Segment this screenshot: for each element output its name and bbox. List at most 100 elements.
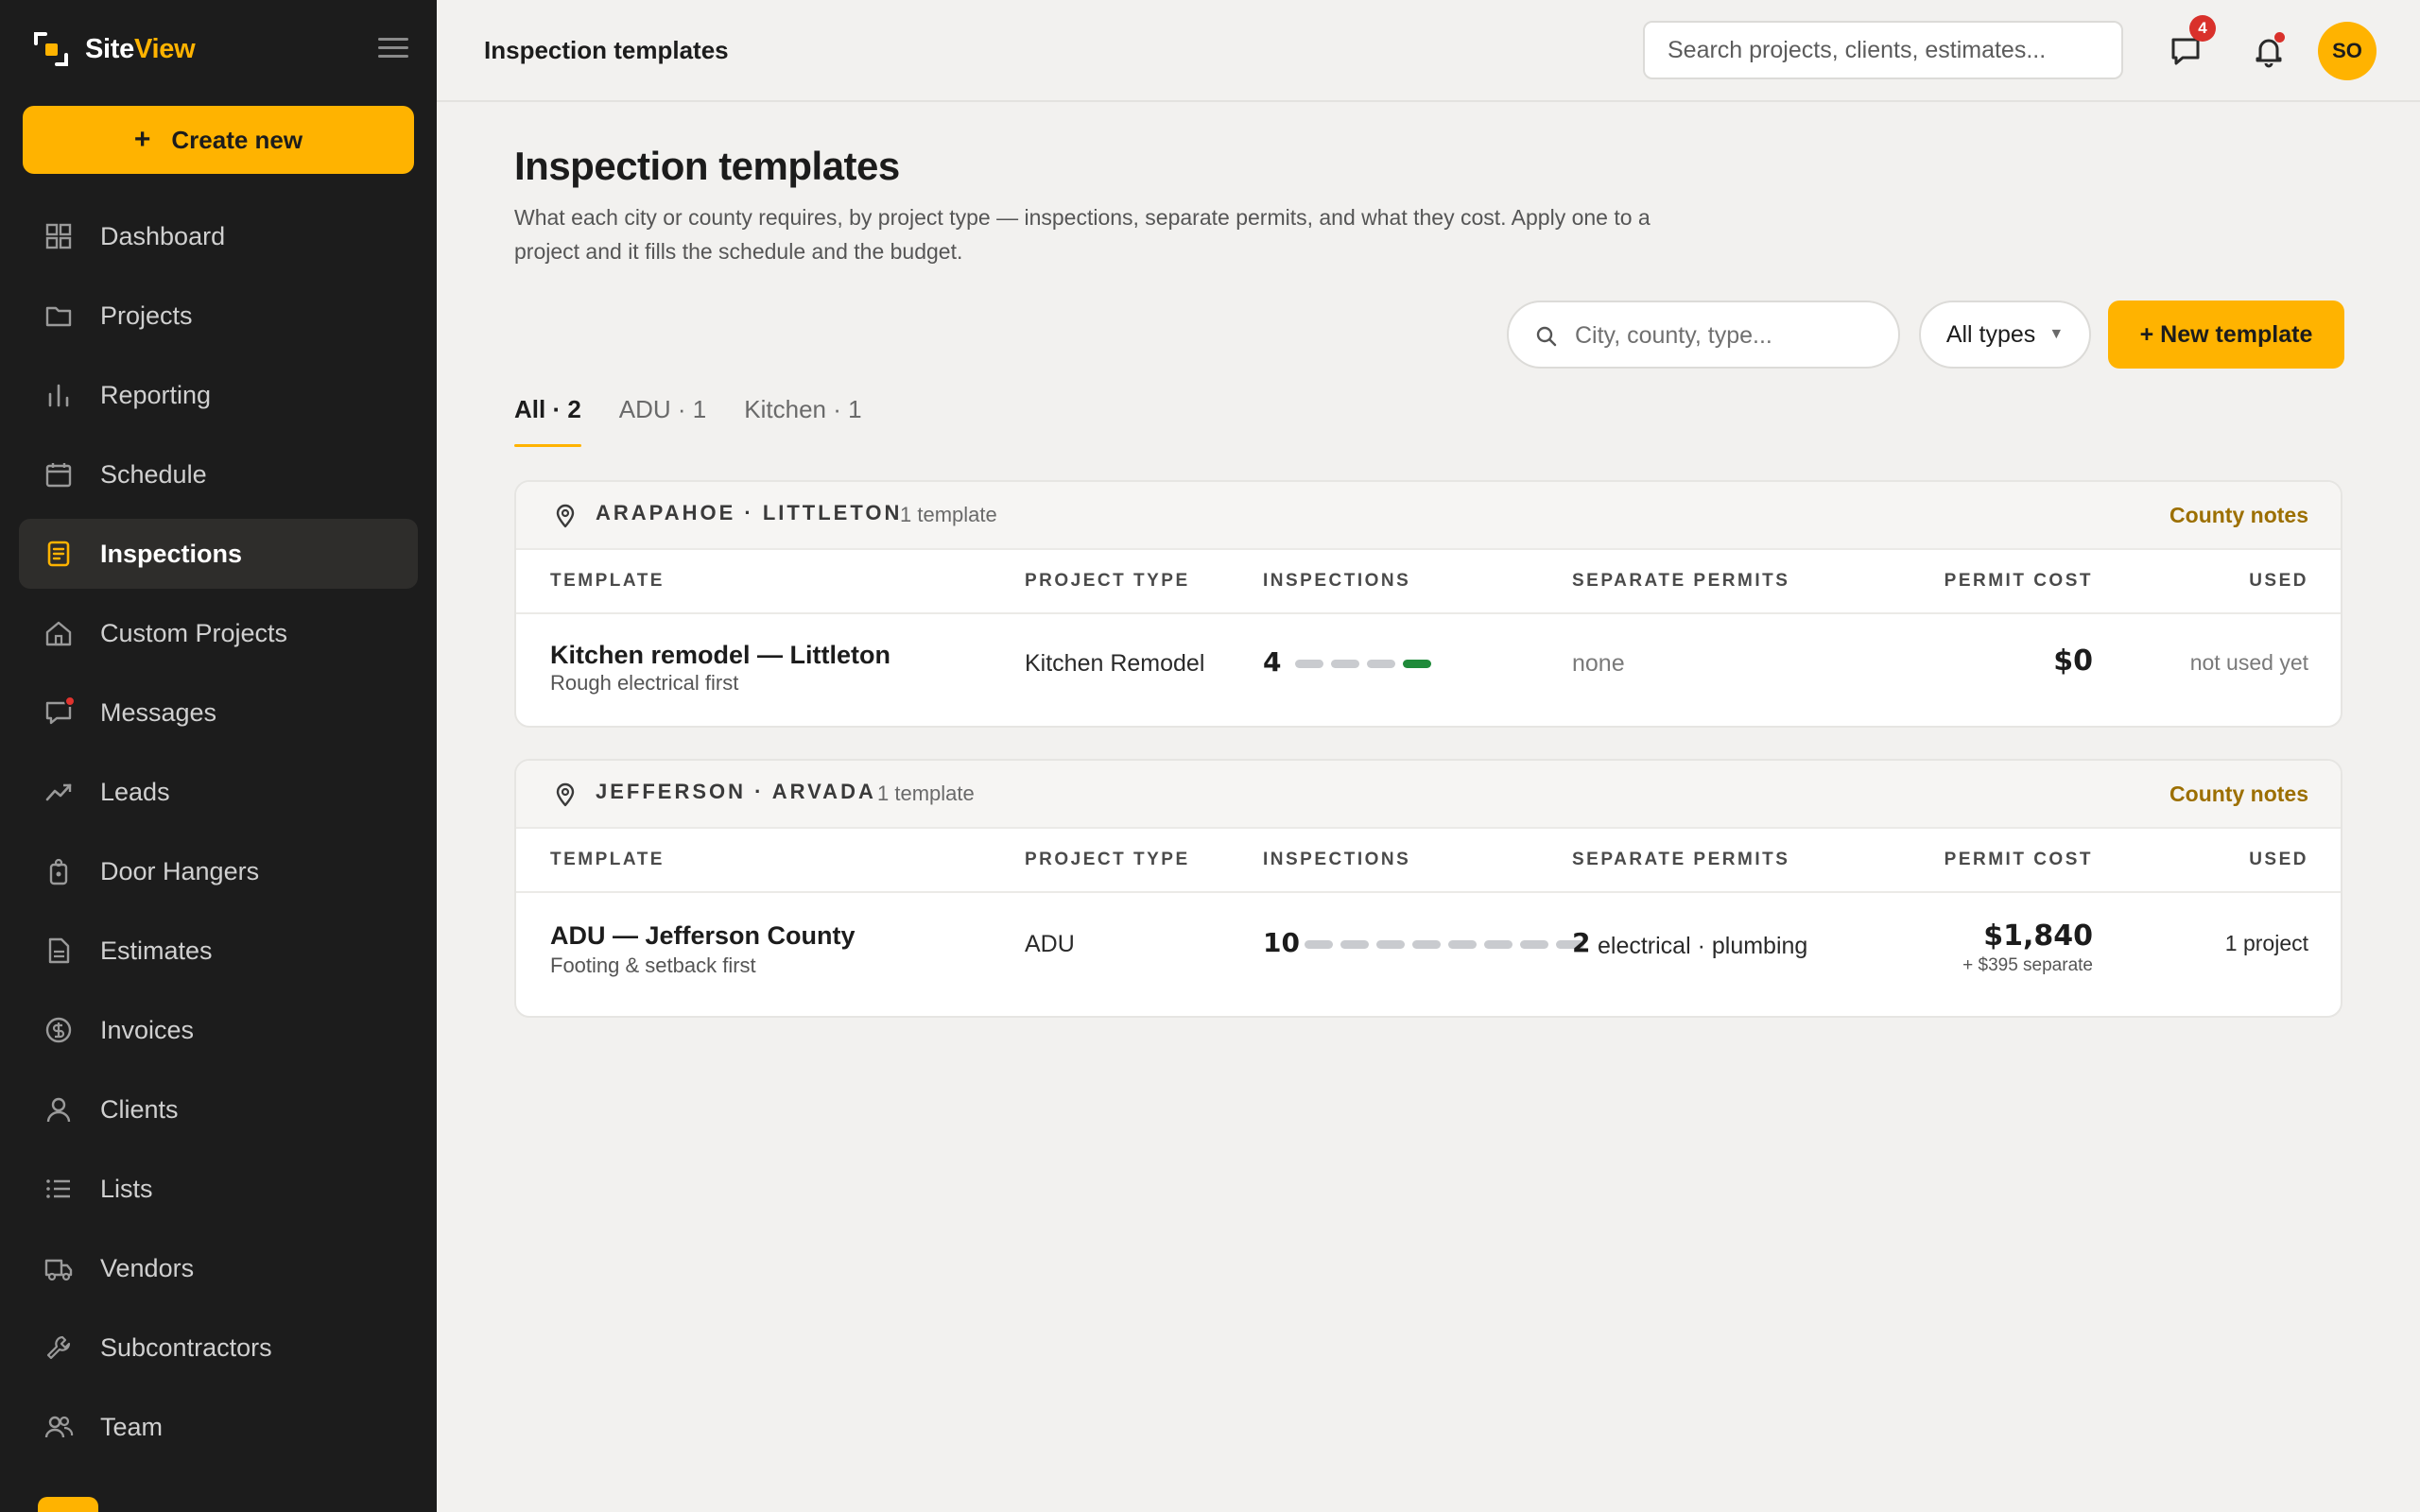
template-subtitle: Rough electrical first [550,671,739,695]
sidebar-item-clients[interactable]: Clients [19,1074,418,1144]
inspection-count: 10 [1263,927,1300,958]
team-icon [43,1412,74,1442]
sidebar-item-custom-projects[interactable]: Custom Projects [19,598,418,668]
column-header-separate-permits[interactable]: SEPARATE PERMITS [1572,850,1789,870]
column-header-used[interactable]: USED [2249,571,2308,592]
table-row[interactable]: ADU — Jefferson County Footing & setback … [516,893,2341,1014]
sidebar-item-team[interactable]: Team [19,1392,418,1462]
permit-cost-separate: + $395 separate [1962,955,2093,975]
county-notes-link[interactable]: County notes [2169,782,2308,807]
messages-button[interactable]: 4 [2167,15,2216,70]
sidebar-item-label: Vendors [100,1253,195,1282]
sidebar-item-projects[interactable]: Projects [19,281,418,351]
separate-permits: electrical · plumbing [1598,933,1808,959]
column-header-project-type[interactable]: PROJECT TYPE [1025,571,1190,592]
sidebar-footer-button[interactable] [38,1497,98,1512]
sidebar-item-estimates[interactable]: Estimates [19,916,418,986]
truck-icon [43,1253,74,1283]
sidebar-item-label: Lists [100,1174,153,1203]
sidebar-item-label: Messages [100,697,217,727]
column-header-template[interactable]: TEMPLATE [550,571,665,592]
inspection-step [1403,660,1431,668]
column-header-separate-permits[interactable]: SEPARATE PERMITS [1572,571,1789,592]
inspection-step [1305,940,1333,949]
column-header-template[interactable]: TEMPLATE [550,850,665,870]
separate-permit-count: 2 [1572,927,1591,958]
wrench-icon [43,1332,74,1363]
unread-dot [64,696,76,707]
sidebar-item-vendors[interactable]: Vendors [19,1233,418,1303]
inspection-step [1448,940,1477,949]
tab-1[interactable]: ADU · 1 [619,395,706,447]
template-count: 1 template [900,503,997,526]
calendar-icon [43,459,74,490]
chat-icon [43,696,76,728]
inspection-step [1340,940,1369,949]
template-name[interactable]: Kitchen remodel — Littleton [550,641,890,670]
sidebar-item-messages[interactable]: Messages [19,678,418,747]
sidebar-item-label: Door Hangers [100,856,260,885]
siteview-logo-icon [32,30,70,68]
inspection-step [1484,940,1512,949]
sidebar-item-label: Subcontractors [100,1332,272,1362]
inspection-step [1412,940,1441,949]
user-avatar[interactable]: SO [2318,22,2377,80]
sidebar-item-door-hangers[interactable]: Door Hangers [19,836,418,906]
inspection-step [1367,660,1395,668]
sidebar-item-label: Reporting [100,380,212,409]
column-header-permit-cost[interactable]: PERMIT COST [1945,571,2093,592]
tab-0[interactable]: All · 2 [514,395,581,447]
column-header-inspections[interactable]: INSPECTIONS [1263,571,1410,592]
sidebar-item-label: Clients [100,1094,179,1124]
table-row[interactable]: Kitchen remodel — Littleton Rough electri… [516,614,2341,724]
table-header: TEMPLATE PROJECT TYPE INSPECTIONS SEPARATE … [516,550,2341,614]
sidebar-item-leads[interactable]: Leads [19,757,418,827]
template-subtitle: Footing & setback first [550,954,756,977]
topbar: Inspection templates 4 SO [437,0,2420,102]
notifications-button[interactable] [2250,32,2288,70]
document-icon [43,936,74,966]
template-count: 1 template [877,782,975,805]
inspection-step [1376,940,1405,949]
sidebar-item-lists[interactable]: Lists [19,1154,418,1224]
caret-down-icon: ▼ [2048,326,2065,342]
type-filter-select[interactable]: All types ▼ [1919,301,2091,369]
group-header: ARAPAHOE · LITTLETON 1 template County not… [516,482,2341,550]
sidebar-item-inspections[interactable]: Inspections [19,519,418,589]
inspection-step [1520,940,1548,949]
sidebar-item-reporting[interactable]: Reporting [19,360,418,430]
column-header-used[interactable]: USED [2249,850,2308,870]
menu-toggle-icon[interactable] [378,38,408,60]
location-pin-icon [556,782,575,807]
used-count: not used yet [2189,650,2308,675]
separate-permits: none [1572,650,1625,677]
sidebar-item-dashboard[interactable]: Dashboard [19,201,418,271]
column-header-permit-cost[interactable]: PERMIT COST [1945,850,2093,870]
list-icon [43,1174,74,1204]
new-template-button[interactable]: + New template [2108,301,2344,369]
column-header-project-type[interactable]: PROJECT TYPE [1025,850,1190,870]
global-search-input[interactable] [1643,21,2123,79]
project-type: ADU [1025,931,1075,957]
tab-2[interactable]: Kitchen · 1 [744,395,861,447]
sidebar-item-invoices[interactable]: Invoices [19,995,418,1065]
brand[interactable]: SiteView [32,28,196,70]
topbar-title: Inspection templates [484,36,729,64]
template-search-input[interactable] [1575,316,1877,355]
used-count: 1 project [2224,931,2308,955]
messages-badge: 4 [2189,15,2216,42]
sidebar-item-subcontractors[interactable]: Subcontractors [19,1313,418,1383]
sidebar-item-schedule[interactable]: Schedule [19,439,418,509]
column-header-inspections[interactable]: INSPECTIONS [1263,850,1410,870]
county-notes-link[interactable]: County notes [2169,503,2308,528]
permit-cost: $1,840 [1983,919,2093,953]
create-new-button[interactable]: + Create new [23,106,414,174]
trend-icon [43,777,74,807]
bar-chart-icon [43,380,74,410]
sidebar-item-label: Invoices [100,1015,195,1044]
folder-icon [43,301,74,331]
location-group: ARAPAHOE · LITTLETON 1 template County not… [514,480,2342,728]
template-name[interactable]: ADU — Jefferson County [550,921,856,951]
sidebar-item-label: Dashboard [100,221,226,250]
template-search[interactable] [1507,301,1900,369]
